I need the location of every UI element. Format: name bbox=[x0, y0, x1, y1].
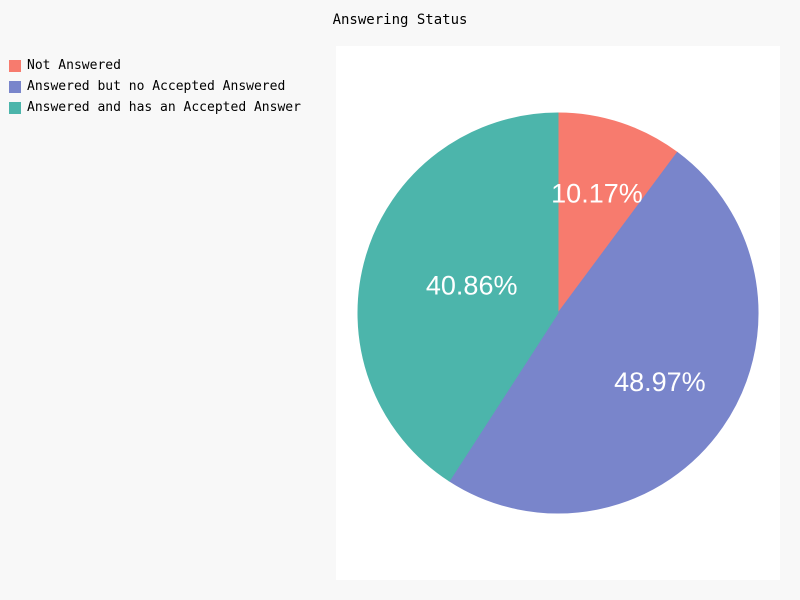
pie-chart: 10.17% 48.97% 40.86% bbox=[357, 112, 759, 514]
slice-label-answered-no-accepted: 48.97% bbox=[614, 367, 706, 397]
slice-label-not-answered: 10.17% bbox=[551, 178, 643, 208]
chart-canvas: Answering Status Not Answered Answered b… bbox=[0, 0, 800, 600]
slice-label-answered-accepted: 40.86% bbox=[426, 271, 518, 301]
